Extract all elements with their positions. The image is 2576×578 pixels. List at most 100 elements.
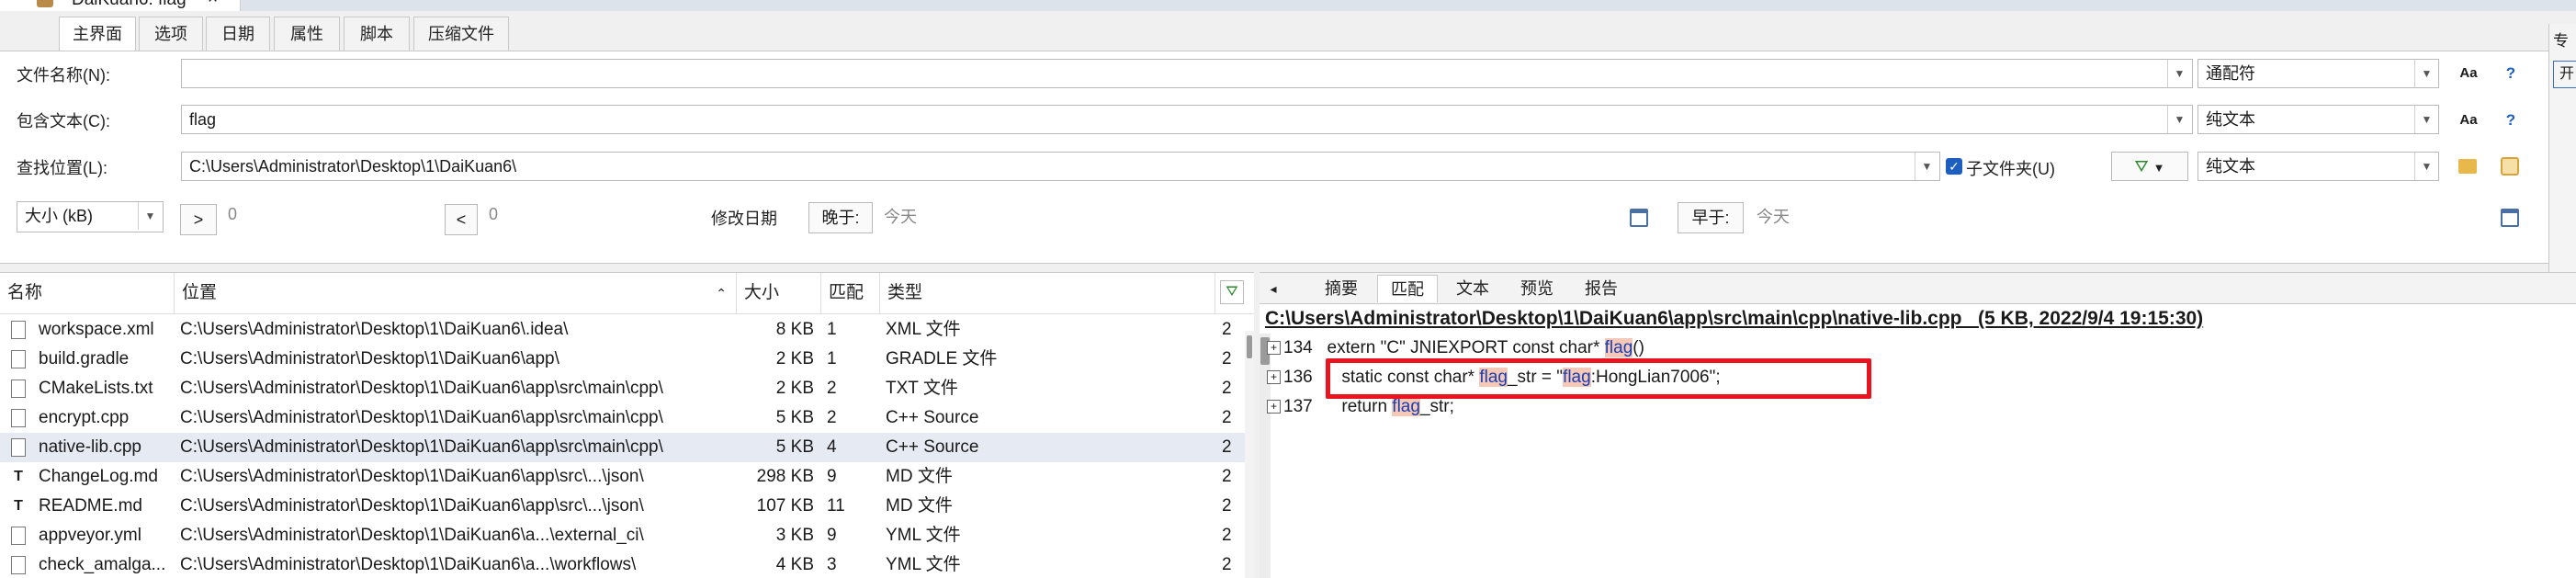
cell-location: C:\Users\Administrator\Desktop\1\DaiKuan… bbox=[180, 437, 663, 457]
later-calendar-icon[interactable] bbox=[1630, 209, 1648, 227]
cell-type: YML 文件 bbox=[886, 555, 961, 574]
cell-name: appveyor.yml bbox=[39, 526, 141, 545]
contains-case-button[interactable]: Aa bbox=[2453, 106, 2484, 137]
results-scrollbar[interactable] bbox=[1245, 331, 1254, 578]
location-mode-select[interactable]: 纯文本 bbox=[2198, 152, 2439, 181]
tab-script[interactable]: 脚本 bbox=[344, 17, 410, 51]
case-sensitive-button[interactable]: Aa bbox=[2453, 59, 2484, 90]
close-icon[interactable]: × bbox=[208, 0, 218, 9]
line-number: 136 bbox=[1283, 368, 1313, 387]
preview-path-text: C:\Users\Administrator\Desktop\1\DaiKuan… bbox=[1265, 308, 1962, 329]
earlier-calendar-icon[interactable] bbox=[2501, 209, 2519, 227]
contains-help-icon[interactable]: ? bbox=[2495, 106, 2526, 137]
greater-than-value[interactable]: 0 bbox=[228, 205, 237, 224]
cell-extra: 2 bbox=[1222, 496, 1232, 516]
tab-date[interactable]: 日期 bbox=[206, 17, 270, 51]
cell-name: check_amalga... bbox=[39, 555, 166, 574]
cell-type: GRADLE 文件 bbox=[886, 349, 998, 368]
earlier-than-value[interactable]: 今天 bbox=[1757, 204, 1790, 228]
table-row[interactable]: build.gradle C:\Users\Administrator\Deskt… bbox=[0, 345, 1254, 374]
side-panel-button[interactable]: 开 bbox=[2553, 61, 2576, 88]
table-row[interactable]: workspace.xml C:\Users\Administrator\Desk… bbox=[0, 315, 1254, 345]
earlier-than-button[interactable]: 早于: bbox=[1678, 202, 1744, 233]
cell-match: 1 bbox=[827, 349, 837, 368]
preview-nav-prev-icon[interactable]: ◂ bbox=[1263, 275, 1283, 302]
cell-extra: 2 bbox=[1222, 467, 1232, 486]
preview-tab-summary[interactable]: 摘要 bbox=[1313, 275, 1370, 302]
preview-tab-report[interactable]: 报告 bbox=[1572, 275, 1631, 302]
column-name[interactable]: 名称 bbox=[0, 273, 175, 313]
size-unit-dropdown[interactable]: ▼ bbox=[138, 202, 162, 230]
expand-icon[interactable]: + bbox=[1267, 370, 1281, 385]
cell-type: TXT 文件 bbox=[886, 379, 958, 398]
subfolders-checkbox[interactable]: ✓ bbox=[1946, 158, 1962, 175]
less-than-value[interactable]: 0 bbox=[489, 205, 498, 224]
results-scrollbar-thumb[interactable] bbox=[1247, 335, 1252, 358]
expand-icon[interactable]: + bbox=[1267, 400, 1281, 414]
greater-than-button[interactable]: > bbox=[180, 204, 217, 235]
contains-mode-select[interactable]: 纯文本 bbox=[2198, 105, 2439, 134]
column-location[interactable]: 位置 ⌃ bbox=[175, 273, 737, 313]
contains-mode-dropdown[interactable]: ▼ bbox=[2414, 106, 2438, 133]
location-input[interactable]: C:\Users\Administrator\Desktop\1\DaiKuan… bbox=[181, 152, 1940, 181]
location-mode-dropdown[interactable]: ▼ bbox=[2414, 153, 2438, 180]
filename-history-dropdown[interactable]: ▼ bbox=[2167, 60, 2191, 87]
filename-mode-select[interactable]: 通配符 bbox=[2198, 59, 2439, 88]
tab-options[interactable]: 选项 bbox=[139, 17, 203, 51]
subfolders-label: 子文件夹(U) bbox=[1966, 160, 2055, 178]
later-than-button[interactable]: 晚于: bbox=[808, 202, 873, 233]
less-than-button[interactable]: < bbox=[445, 204, 478, 235]
cell-location: C:\Users\Administrator\Desktop\1\DaiKuan… bbox=[180, 320, 569, 339]
cell-size: 298 KB bbox=[756, 467, 814, 486]
cell-location: C:\Users\Administrator\Desktop\1\DaiKuan… bbox=[180, 408, 663, 427]
search-panel: 文件名称(N): ▼ 通配符 ▼ Aa ? 包含文本(C): flag ▼ 纯文… bbox=[0, 51, 2572, 264]
filename-input[interactable] bbox=[181, 59, 2193, 88]
line-number: 137 bbox=[1283, 397, 1313, 416]
contains-input[interactable]: flag bbox=[181, 105, 2193, 134]
column-type[interactable]: 类型 bbox=[880, 273, 1215, 313]
later-than-value[interactable]: 今天 bbox=[884, 204, 917, 228]
multi-folder-icon[interactable] bbox=[2501, 157, 2519, 176]
cell-type: MD 文件 bbox=[886, 467, 953, 486]
location-history-dropdown[interactable]: ▼ bbox=[1915, 153, 1938, 180]
column-match[interactable]: 匹配 bbox=[821, 273, 880, 313]
window-tab[interactable]: DaiKuan6: flag × bbox=[0, 0, 241, 11]
tab-archive[interactable]: 压缩文件 bbox=[413, 17, 509, 51]
table-row[interactable]: T ChangeLog.md C:\Users\Administrator\Desk… bbox=[0, 462, 1254, 492]
preview-tab-text[interactable]: 文本 bbox=[1443, 275, 1502, 302]
help-icon[interactable]: ? bbox=[2495, 59, 2526, 90]
column-filter-icon[interactable]: ⛛ bbox=[1220, 280, 1244, 304]
cell-extra: 2 bbox=[1222, 379, 1232, 398]
cell-name: workspace.xml bbox=[39, 320, 154, 339]
code-text: _str; bbox=[1419, 397, 1454, 416]
cell-name: CMakeLists.txt bbox=[39, 379, 153, 398]
table-row[interactable]: T README.md C:\Users\Administrator\Desktop… bbox=[0, 492, 1254, 521]
table-row[interactable]: CMakeLists.txt C:\Users\Administrator\Des… bbox=[0, 374, 1254, 403]
browse-folder-icon[interactable] bbox=[2458, 159, 2477, 174]
preview-pane: ◂ 摘要 匹配 文本 预览 报告 C:\Users\Administrator\… bbox=[1260, 272, 2576, 578]
tab-properties[interactable]: 属性 bbox=[274, 17, 340, 51]
cell-location: C:\Users\Administrator\Desktop\1\DaiKuan… bbox=[180, 379, 663, 398]
preview-file-path[interactable]: C:\Users\Administrator\Desktop\1\DaiKuan… bbox=[1265, 308, 2203, 330]
file-icon bbox=[11, 556, 26, 574]
cell-location: C:\Users\Administrator\Desktop\1\DaiKuan… bbox=[180, 555, 637, 574]
text-file-icon: T bbox=[11, 468, 26, 486]
table-row[interactable]: native-lib.cpp C:\Users\Administrator\Des… bbox=[0, 433, 1254, 462]
contains-history-dropdown[interactable]: ▼ bbox=[2167, 106, 2191, 133]
line-number: 134 bbox=[1283, 338, 1313, 357]
preview-tab-preview[interactable]: 预览 bbox=[1508, 275, 1566, 302]
tab-main[interactable]: 主界面 bbox=[59, 17, 136, 52]
cell-type: C++ Source bbox=[886, 437, 979, 457]
annotation-highlight-box bbox=[1326, 358, 1871, 399]
filter-dropdown-button[interactable]: ⛛ ▼ bbox=[2111, 152, 2188, 181]
column-size[interactable]: 大小 bbox=[737, 273, 821, 313]
cell-extra: 2 bbox=[1222, 526, 1232, 545]
table-row[interactable]: appveyor.yml C:\Users\Administrator\Deskt… bbox=[0, 521, 1254, 550]
preview-tab-matches[interactable]: 匹配 bbox=[1377, 275, 1438, 302]
filename-mode-dropdown[interactable]: ▼ bbox=[2414, 60, 2438, 87]
expand-icon[interactable]: + bbox=[1267, 341, 1281, 356]
table-row[interactable]: encrypt.cpp C:\Users\Administrator\Deskto… bbox=[0, 403, 1254, 433]
results-pane: 名称 位置 ⌃ 大小 匹配 类型 ⛛ workspace.xml C:\Users\… bbox=[0, 272, 1254, 578]
table-row[interactable]: check_amalga... C:\Users\Administrator\De… bbox=[0, 550, 1254, 578]
cell-type: YML 文件 bbox=[886, 526, 961, 545]
